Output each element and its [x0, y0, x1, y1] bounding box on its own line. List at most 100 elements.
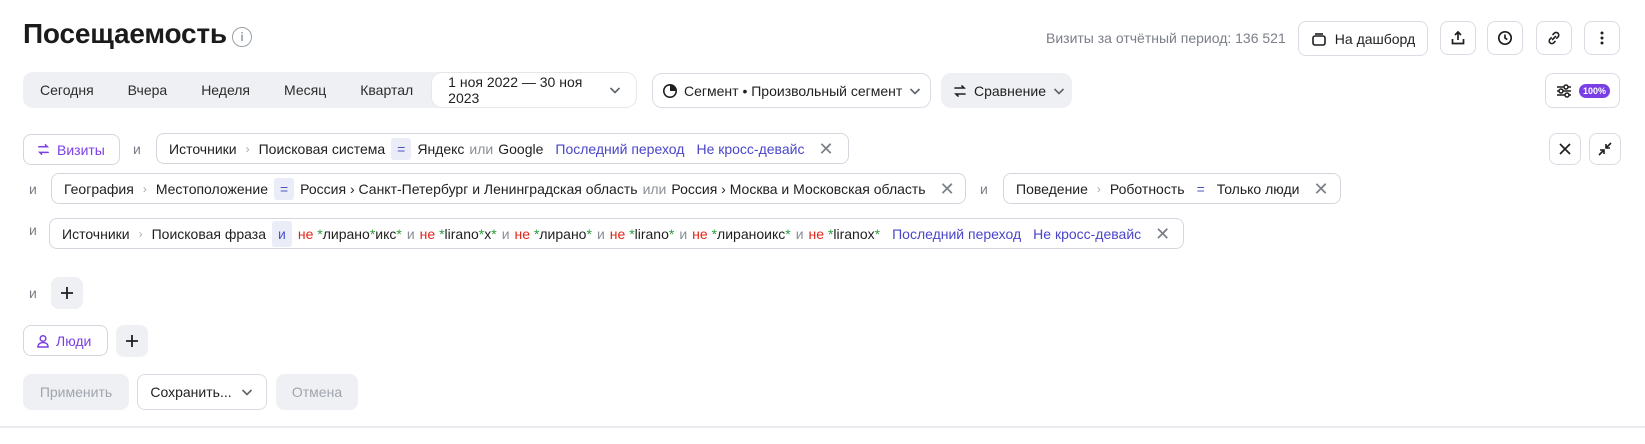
- link-icon: [1546, 30, 1562, 46]
- info-icon[interactable]: i: [232, 27, 252, 47]
- filter-category: Источники: [169, 140, 237, 157]
- cancel-button[interactable]: Отмена: [276, 374, 358, 410]
- export-button[interactable]: [1440, 21, 1476, 55]
- visits-total: Визиты за отчётный период: 136 521: [1046, 30, 1286, 46]
- chevron-right-icon: ›: [142, 181, 147, 196]
- copy-link-button[interactable]: [1536, 21, 1572, 55]
- phrase-term: лирано: [322, 225, 370, 242]
- add-filter-button[interactable]: [51, 277, 83, 309]
- filter-value: Только люди: [1216, 180, 1300, 197]
- period-week[interactable]: Неделя: [184, 72, 267, 108]
- filter-value: Яндекс: [417, 140, 465, 157]
- sampling-badge: 100%: [1578, 83, 1611, 98]
- not-label: не: [808, 225, 825, 242]
- filter-value: Россия › Санкт-Петербург и Ленинградская…: [300, 180, 638, 197]
- collapse-icon: [1597, 141, 1613, 157]
- filter-operator[interactable]: =: [391, 137, 412, 160]
- plus-icon: [124, 333, 140, 349]
- to-dashboard-label: На дашборд: [1334, 30, 1416, 47]
- save-button[interactable]: Сохранить...: [137, 374, 267, 410]
- filter-location[interactable]: География › Местоположение = Россия › Са…: [51, 173, 966, 204]
- filter-operator[interactable]: =: [1197, 181, 1205, 197]
- filter-attribute: Поисковая фраза: [151, 225, 267, 242]
- to-dashboard-button[interactable]: На дашборд: [1298, 21, 1428, 56]
- and-label: и: [29, 181, 37, 197]
- period-quarter[interactable]: Квартал: [343, 72, 430, 108]
- sliders-icon: [1555, 83, 1573, 99]
- and-label: и: [29, 222, 37, 238]
- not-label: не: [514, 225, 531, 242]
- cross-device-link[interactable]: Не кросс-девайс: [1033, 226, 1141, 242]
- and-label: и: [679, 225, 688, 242]
- report-settings-button[interactable]: 100%: [1545, 73, 1620, 108]
- or-label: или: [469, 140, 494, 157]
- period-today[interactable]: Сегодня: [23, 72, 111, 108]
- filter-value: Google: [498, 140, 544, 157]
- filter-search-engine[interactable]: Источники › Поисковая система = Яндекс и…: [156, 133, 849, 164]
- chevron-right-icon: ›: [138, 226, 143, 241]
- history-icon: [1497, 30, 1513, 46]
- add-people-filter-button[interactable]: [116, 325, 148, 357]
- phrase-term: lirano: [634, 225, 669, 242]
- compare-icon: [952, 83, 968, 99]
- not-label: не: [609, 225, 626, 242]
- phrase-term: liranox: [833, 225, 875, 242]
- segment-button[interactable]: Сегмент • Произвольный сегмент: [652, 73, 931, 108]
- close-icon[interactable]: ✕: [818, 140, 833, 158]
- person-icon: [36, 334, 50, 348]
- filter-robots[interactable]: Поведение › Роботность = Только люди ✕: [1003, 173, 1341, 204]
- share-icon: [1450, 30, 1466, 46]
- dashboard-icon: [1311, 31, 1327, 47]
- swap-icon: [36, 142, 51, 157]
- and-label: и: [406, 225, 415, 242]
- not-label: не: [297, 225, 314, 242]
- attribution-link[interactable]: Последний переход: [555, 141, 684, 157]
- chevron-right-icon: ›: [1096, 181, 1101, 196]
- and-label: и: [980, 181, 988, 197]
- visits-scope-tag[interactable]: Визиты: [23, 134, 120, 165]
- filter-search-phrase[interactable]: Источники › Поисковая фраза и не * лирано…: [49, 218, 1184, 249]
- chevron-down-icon: [240, 385, 254, 399]
- phrase-term: x: [484, 225, 492, 242]
- more-button[interactable]: [1584, 21, 1620, 55]
- period-yesterday[interactable]: Вчера: [111, 72, 185, 108]
- divider: [0, 426, 1645, 428]
- and-label: и: [795, 225, 804, 242]
- filter-category: География: [64, 180, 134, 197]
- filter-operator[interactable]: =: [273, 177, 295, 200]
- and-label: и: [133, 141, 141, 157]
- close-icon[interactable]: ✕: [940, 180, 955, 198]
- comparison-button[interactable]: Сравнение: [941, 73, 1072, 108]
- collapse-filters-button[interactable]: [1589, 133, 1621, 165]
- chevron-down-icon: [608, 83, 622, 97]
- close-icon[interactable]: ✕: [1155, 225, 1170, 243]
- history-button[interactable]: [1487, 21, 1523, 55]
- cross-device-link[interactable]: Не кросс-девайс: [696, 141, 804, 157]
- not-label: не: [419, 225, 436, 242]
- close-icon[interactable]: ✕: [1313, 180, 1328, 198]
- people-scope-label: Люди: [56, 332, 92, 349]
- period-month[interactable]: Месяц: [267, 72, 343, 108]
- visits-scope-label: Визиты: [57, 141, 105, 158]
- or-label: или: [642, 180, 667, 197]
- attribution-link[interactable]: Последний переход: [892, 226, 1021, 242]
- chevron-down-icon: [1052, 84, 1066, 98]
- filter-category: Источники: [62, 225, 130, 242]
- more-icon: [1594, 30, 1610, 46]
- clear-filters-button[interactable]: [1549, 133, 1581, 165]
- filter-value: Россия › Москва и Московская область: [671, 180, 926, 197]
- period-selector: Сегодня Вчера Неделя Месяц Квартал 1 ноя…: [23, 72, 636, 108]
- phrase-term: лирано: [539, 225, 587, 242]
- and-label: и: [29, 285, 37, 301]
- page-title: Посещаемость: [23, 18, 227, 49]
- pie-chart-icon: [662, 83, 678, 99]
- filter-attribute: Местоположение: [155, 180, 268, 197]
- people-scope-tag[interactable]: Люди: [23, 325, 108, 356]
- filter-operator[interactable]: и: [272, 220, 292, 247]
- and-label: и: [501, 225, 510, 242]
- filter-attribute: Поисковая система: [258, 140, 386, 157]
- chevron-right-icon: ›: [245, 141, 250, 156]
- filter-category: Поведение: [1016, 180, 1088, 197]
- date-range-picker[interactable]: 1 ноя 2022 — 30 ноя 2023: [432, 73, 636, 107]
- apply-button[interactable]: Применить: [23, 374, 129, 410]
